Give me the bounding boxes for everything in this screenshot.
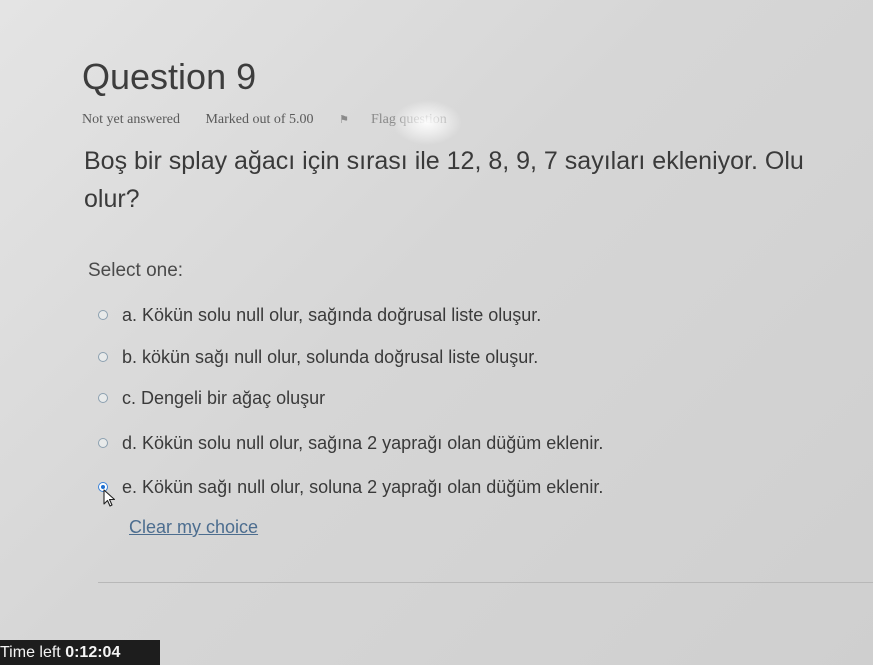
answer-option-e-label[interactable]: e. Kökün sağı null olur, soluna 2 yaprağ… [122,477,603,498]
answer-option-e[interactable]: e. Kökün sağı null olur, soluna 2 yaprağ… [98,474,603,500]
flag-question-label: Flag question [370,112,447,127]
mouse-pointer-icon [103,489,116,507]
answer-option-d[interactable]: d. Kökün solu null olur, sağına 2 yaprağ… [98,430,603,456]
time-left-value: 0:12:04 [65,644,121,661]
time-left-label: Time left [0,644,61,661]
question-title: Question 9 [82,56,257,97]
answer-option-a-label[interactable]: a. Kökün solu null olur, sağında doğrusa… [122,305,541,326]
flag-icon: ⚑ [339,114,349,126]
radio-button-c[interactable] [98,393,108,403]
question-text-line1: Boş bir splay ağacı için sırası ile 12, … [84,147,804,175]
radio-button-d[interactable] [98,438,108,448]
answer-option-b-label[interactable]: b. kökün sağı null olur, solunda doğrusa… [122,347,538,368]
divider [98,582,873,583]
time-left-panel: Time left 0:12:04 [0,640,160,665]
answer-option-c[interactable]: c. Dengeli bir ağaç oluşur [98,385,325,411]
select-one-label: Select one: [88,260,184,281]
answer-option-a[interactable]: a. Kökün solu null olur, sağında doğrusa… [98,302,541,328]
answer-option-c-label[interactable]: c. Dengeli bir ağaç oluşur [122,388,325,409]
clear-choice-link[interactable]: Clear my choice [129,517,258,538]
answer-option-b[interactable]: b. kökün sağı null olur, solunda doğrusa… [98,344,538,370]
radio-button-a[interactable] [98,310,108,320]
question-info: Not yet answered Marked out of 5.00 ⚑ Fla… [82,112,491,128]
flag-question-link[interactable]: ⚑ Flag question [339,112,469,127]
question-marks: Marked out of 5.00 [205,112,314,127]
radio-button-b[interactable] [98,352,108,362]
question-status: Not yet answered [82,112,180,127]
question-text-line2: olur? [84,185,140,213]
answer-option-d-label[interactable]: d. Kökün solu null olur, sağına 2 yaprağ… [122,433,603,454]
question-text: Boş bir splay ağacı için sırası ile 12, … [84,142,873,218]
